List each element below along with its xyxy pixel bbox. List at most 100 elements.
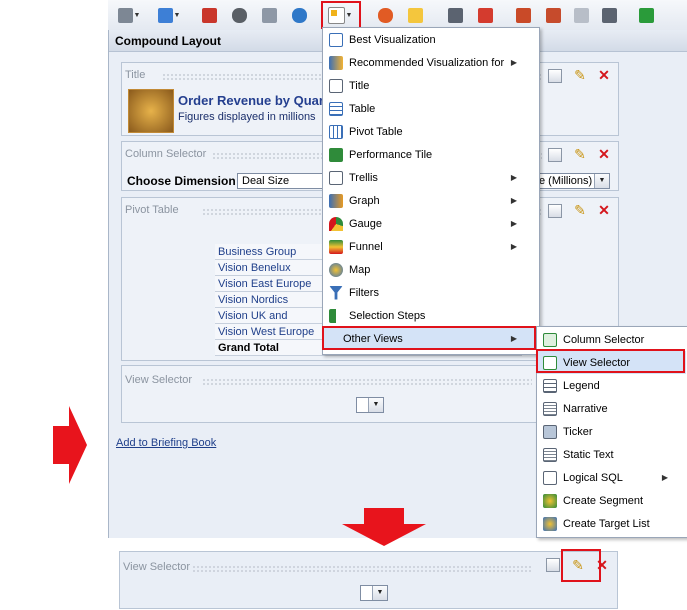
submenu-item-label: Static Text [563, 448, 614, 461]
menu-item-pivot-table[interactable]: Pivot Table [323, 120, 537, 143]
title-subheading: Figures displayed in millions [178, 111, 316, 123]
submenu-item-legend[interactable]: Legend [537, 374, 686, 397]
chevron-down-icon[interactable]: ▼ [594, 174, 609, 188]
menu-item-label: Funnel [349, 240, 383, 253]
schedule-icon[interactable] [198, 5, 220, 25]
views-icon[interactable] [374, 5, 396, 25]
graph-icon [329, 193, 343, 208]
menu-item-table[interactable]: Table [323, 97, 537, 120]
ruler-icon[interactable] [598, 5, 620, 25]
menu-item-trellis[interactable]: Trellis ▶ [323, 166, 537, 189]
view-selector-drag-handle[interactable] [202, 378, 532, 386]
choose-dimension-label: Choose Dimension [127, 174, 236, 188]
view-properties-icon[interactable] [404, 5, 426, 25]
menu-item-label: Recommended Visualization for [349, 56, 505, 69]
compass-image [128, 89, 174, 133]
xyz-icon[interactable] [444, 5, 466, 25]
ticker-icon [543, 424, 557, 439]
trellis-icon [329, 170, 343, 185]
menu-item-label: Map [349, 263, 371, 276]
bottom-drag-handle[interactable] [192, 565, 532, 573]
format-view-icon[interactable] [546, 558, 560, 572]
funnel-icon [329, 239, 343, 254]
delete-icon[interactable]: ✕ [596, 146, 612, 162]
table-props-icon[interactable] [512, 5, 534, 25]
submenu-arrow-icon: ▶ [510, 173, 517, 182]
layout-icon[interactable] [542, 5, 564, 25]
pivot-table-label: Pivot Table [125, 204, 179, 216]
submenu-item-static-text[interactable]: Static Text [537, 443, 686, 466]
red-arrow-down-icon [342, 508, 426, 546]
view-selector-dropdown[interactable]: ▼ [356, 397, 384, 413]
bottom-view-selector-dropdown[interactable]: ▼ [360, 585, 388, 601]
pivot-table-icon [329, 124, 343, 139]
export-icon[interactable]: ▼ [154, 5, 184, 25]
measure-select[interactable]: e (Millions) ▼ [534, 173, 610, 189]
add-to-briefing-book-link[interactable]: Add to Briefing Book [116, 437, 216, 449]
remove-icon[interactable] [570, 5, 592, 25]
best-visualization-icon [329, 32, 343, 47]
submenu-arrow-icon: ▶ [510, 242, 517, 251]
new-view-highlight [321, 1, 361, 29]
map-icon [329, 262, 343, 277]
submenu-arrow-icon: ▶ [510, 219, 517, 228]
menu-item-title[interactable]: Title [323, 74, 537, 97]
create-target-list-icon [543, 516, 557, 531]
delete-icon[interactable]: ✕ [596, 67, 612, 83]
table-row: Vision West Europe [215, 324, 323, 340]
refresh-icon[interactable] [288, 5, 310, 25]
preview-icon[interactable] [228, 5, 250, 25]
format-view-icon[interactable] [548, 204, 562, 218]
red-arrow-right-icon [53, 406, 87, 484]
table-row: Vision Benelux [215, 260, 323, 276]
chevron-down-icon[interactable]: ▼ [372, 586, 387, 600]
grand-total-row: Grand Total [215, 340, 323, 356]
view-selector-highlight [536, 349, 685, 373]
format-icon[interactable] [474, 5, 496, 25]
bottom-view-selector-section: View Selector ✎ ✕ ▼ [119, 551, 618, 609]
format-view-icon[interactable] [548, 148, 562, 162]
print-icon[interactable]: ▼ [114, 5, 144, 25]
menu-item-label: Trellis [349, 171, 378, 184]
gauge-icon [329, 216, 343, 231]
recommended-visualization-icon [329, 55, 343, 70]
format-view-icon[interactable] [548, 69, 562, 83]
create-segment-icon [543, 493, 557, 508]
menu-item-label: Performance Tile [349, 148, 433, 161]
dimension-select[interactable]: Deal Size [237, 173, 323, 189]
submenu-item-label: Ticker [563, 425, 593, 438]
other-views-highlight [322, 326, 536, 350]
submenu-item-narrative[interactable]: Narrative [537, 397, 686, 420]
menu-item-map[interactable]: Map [323, 258, 537, 281]
view-selector-label: View Selector [125, 374, 193, 386]
dimension-select-value: Deal Size [242, 175, 290, 187]
chevron-down-icon[interactable]: ▼ [368, 398, 383, 412]
submenu-item-column-selector[interactable]: Column Selector [537, 328, 686, 351]
submenu-item-ticker[interactable]: Ticker [537, 420, 686, 443]
menu-item-filters[interactable]: Filters [323, 281, 537, 304]
menu-item-gauge[interactable]: Gauge ▶ [323, 212, 537, 235]
legend-icon [543, 378, 557, 393]
submenu-item-create-target-list[interactable]: Create Target List [537, 512, 686, 535]
submenu-item-logical-sql[interactable]: Logical SQL ▶ [537, 466, 686, 489]
menu-item-funnel[interactable]: Funnel ▶ [323, 235, 537, 258]
menu-item-selection-steps[interactable]: Selection Steps [323, 304, 537, 327]
title-section-label: Title [125, 69, 146, 81]
menu-item-graph[interactable]: Graph ▶ [323, 189, 537, 212]
menu-item-performance-tile[interactable]: Performance Tile [323, 143, 537, 166]
edit-icon[interactable]: ✎ [572, 67, 588, 83]
menu-item-recommended-visualization[interactable]: Recommended Visualization for ▶ [323, 51, 537, 74]
printable-html-icon[interactable] [258, 5, 280, 25]
sort-icon[interactable] [635, 5, 657, 25]
edit-icon[interactable]: ✎ [572, 202, 588, 218]
submenu-item-create-segment[interactable]: Create Segment [537, 489, 686, 512]
menu-item-label: Table [349, 102, 376, 115]
table-view-icon [329, 101, 343, 116]
logical-sql-icon [543, 470, 557, 485]
delete-icon[interactable]: ✕ [596, 202, 612, 218]
submenu-arrow-icon: ▶ [510, 58, 517, 67]
menu-item-best-visualization[interactable]: Best Visualization [323, 28, 537, 51]
edit-icon[interactable]: ✎ [572, 146, 588, 162]
menu-item-label: Selection Steps [349, 309, 426, 322]
submenu-item-label: Narrative [563, 402, 608, 415]
